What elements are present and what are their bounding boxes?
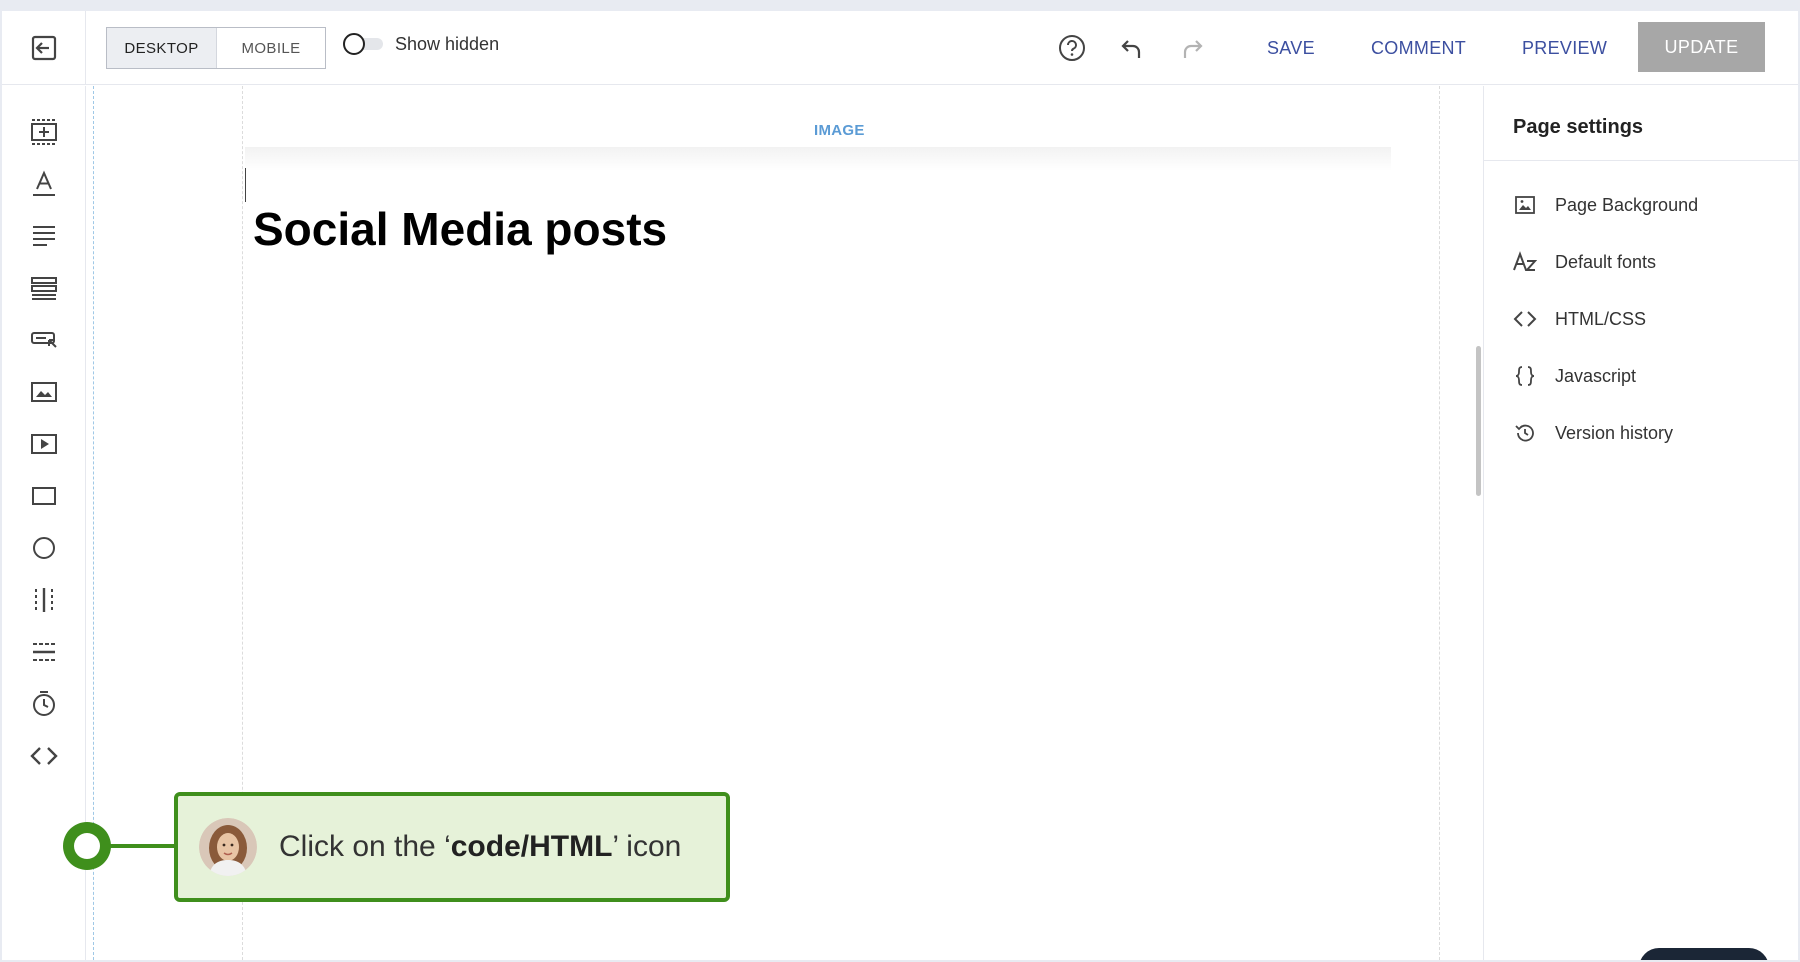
setting-label: Javascript [1555, 365, 1637, 386]
button-tool[interactable] [24, 320, 64, 360]
page-settings-panel: Page settings Page Background Default fo… [1483, 86, 1798, 960]
add-section-tool[interactable] [24, 112, 64, 152]
content-guide-right [1439, 86, 1440, 960]
columns-icon [35, 588, 53, 612]
image-tool[interactable] [24, 372, 64, 412]
callout-suffix: ’ icon [612, 830, 682, 863]
text-cursor [245, 168, 246, 202]
chat-widget-button[interactable] [1639, 948, 1769, 960]
setting-label: Page Background [1555, 194, 1699, 215]
editor-window: DESKTOP MOBILE Show hidden SAVE COMMENT … [2, 11, 1798, 960]
callout-connector [109, 844, 175, 848]
device-toggle: DESKTOP MOBILE [106, 27, 326, 69]
help-icon [1059, 35, 1085, 61]
top-toolbar: DESKTOP MOBILE Show hidden SAVE COMMENT … [2, 11, 1798, 85]
undo-icon [1121, 40, 1141, 58]
setting-page-background[interactable]: Page Background [1513, 188, 1783, 222]
box-tool[interactable] [24, 476, 64, 516]
timer-icon [33, 691, 55, 716]
toggle-switch[interactable] [343, 33, 383, 55]
text-icon [33, 170, 55, 196]
mobile-tab[interactable]: MOBILE [216, 28, 325, 68]
setting-label: Default fonts [1555, 251, 1657, 272]
setting-default-fonts[interactable]: Default fonts [1513, 245, 1783, 279]
setting-html-css[interactable]: HTML/CSS [1513, 302, 1783, 336]
redo-icon [1183, 40, 1203, 58]
panel-title: Page settings [1513, 116, 1644, 138]
history-icon [1513, 421, 1537, 445]
callout-prefix: Click on the ‘ [279, 830, 451, 863]
section-label[interactable]: IMAGE [814, 122, 865, 139]
undo-button[interactable] [1114, 30, 1150, 66]
canvas-scrollbar[interactable] [1476, 346, 1481, 496]
setting-version-history[interactable]: Version history [1513, 416, 1783, 450]
circle-icon [33, 537, 55, 559]
exit-editor-button[interactable] [2, 11, 86, 85]
desktop-tab[interactable]: DESKTOP [107, 28, 216, 68]
box-icon [32, 487, 56, 505]
columns-tool[interactable] [24, 580, 64, 620]
braces-icon [1513, 364, 1537, 388]
divider-tool[interactable] [24, 632, 64, 672]
setting-label: Version history [1555, 422, 1674, 443]
setting-javascript[interactable]: Javascript [1513, 359, 1783, 393]
comment-button[interactable]: COMMENT [1371, 33, 1466, 63]
page-heading[interactable]: Social Media posts [253, 202, 667, 256]
divider-icon [33, 643, 55, 661]
paragraph-icon [33, 226, 55, 246]
redo-button[interactable] [1174, 30, 1210, 66]
code-icon [30, 747, 58, 765]
text-tool[interactable] [24, 164, 64, 204]
image-icon [1513, 193, 1537, 217]
video-icon [31, 434, 57, 454]
preview-button[interactable]: PREVIEW [1522, 33, 1607, 63]
help-button[interactable] [1054, 30, 1090, 66]
save-button[interactable]: SAVE [1267, 33, 1315, 63]
tutorial-callout: Click on the ‘code/HTML’ icon [174, 792, 730, 902]
button-icon [31, 332, 57, 348]
list-icon [31, 277, 57, 300]
code-tool[interactable] [24, 736, 64, 776]
exit-icon [31, 35, 56, 61]
paragraph-tool[interactable] [24, 216, 64, 256]
image-section[interactable] [245, 147, 1391, 171]
timer-tool[interactable] [24, 684, 64, 724]
video-tool[interactable] [24, 424, 64, 464]
setting-label: HTML/CSS [1555, 308, 1647, 329]
list-tool[interactable] [24, 268, 64, 308]
font-icon [1513, 250, 1537, 274]
show-hidden-label: Show hidden [395, 33, 500, 54]
show-hidden-toggle[interactable]: Show hidden [343, 33, 499, 55]
update-button[interactable]: UPDATE [1638, 22, 1765, 72]
add-section-icon [31, 119, 57, 145]
callout-bold: code/HTML [450, 830, 613, 863]
guide-avatar [199, 818, 257, 876]
image-icon [31, 382, 57, 402]
code-icon [1513, 307, 1537, 331]
panel-divider [1484, 160, 1798, 161]
tutorial-hotspot[interactable] [63, 822, 111, 870]
callout-text: Click on the ‘code/HTML’ icon [279, 830, 681, 864]
circle-tool[interactable] [24, 528, 64, 568]
